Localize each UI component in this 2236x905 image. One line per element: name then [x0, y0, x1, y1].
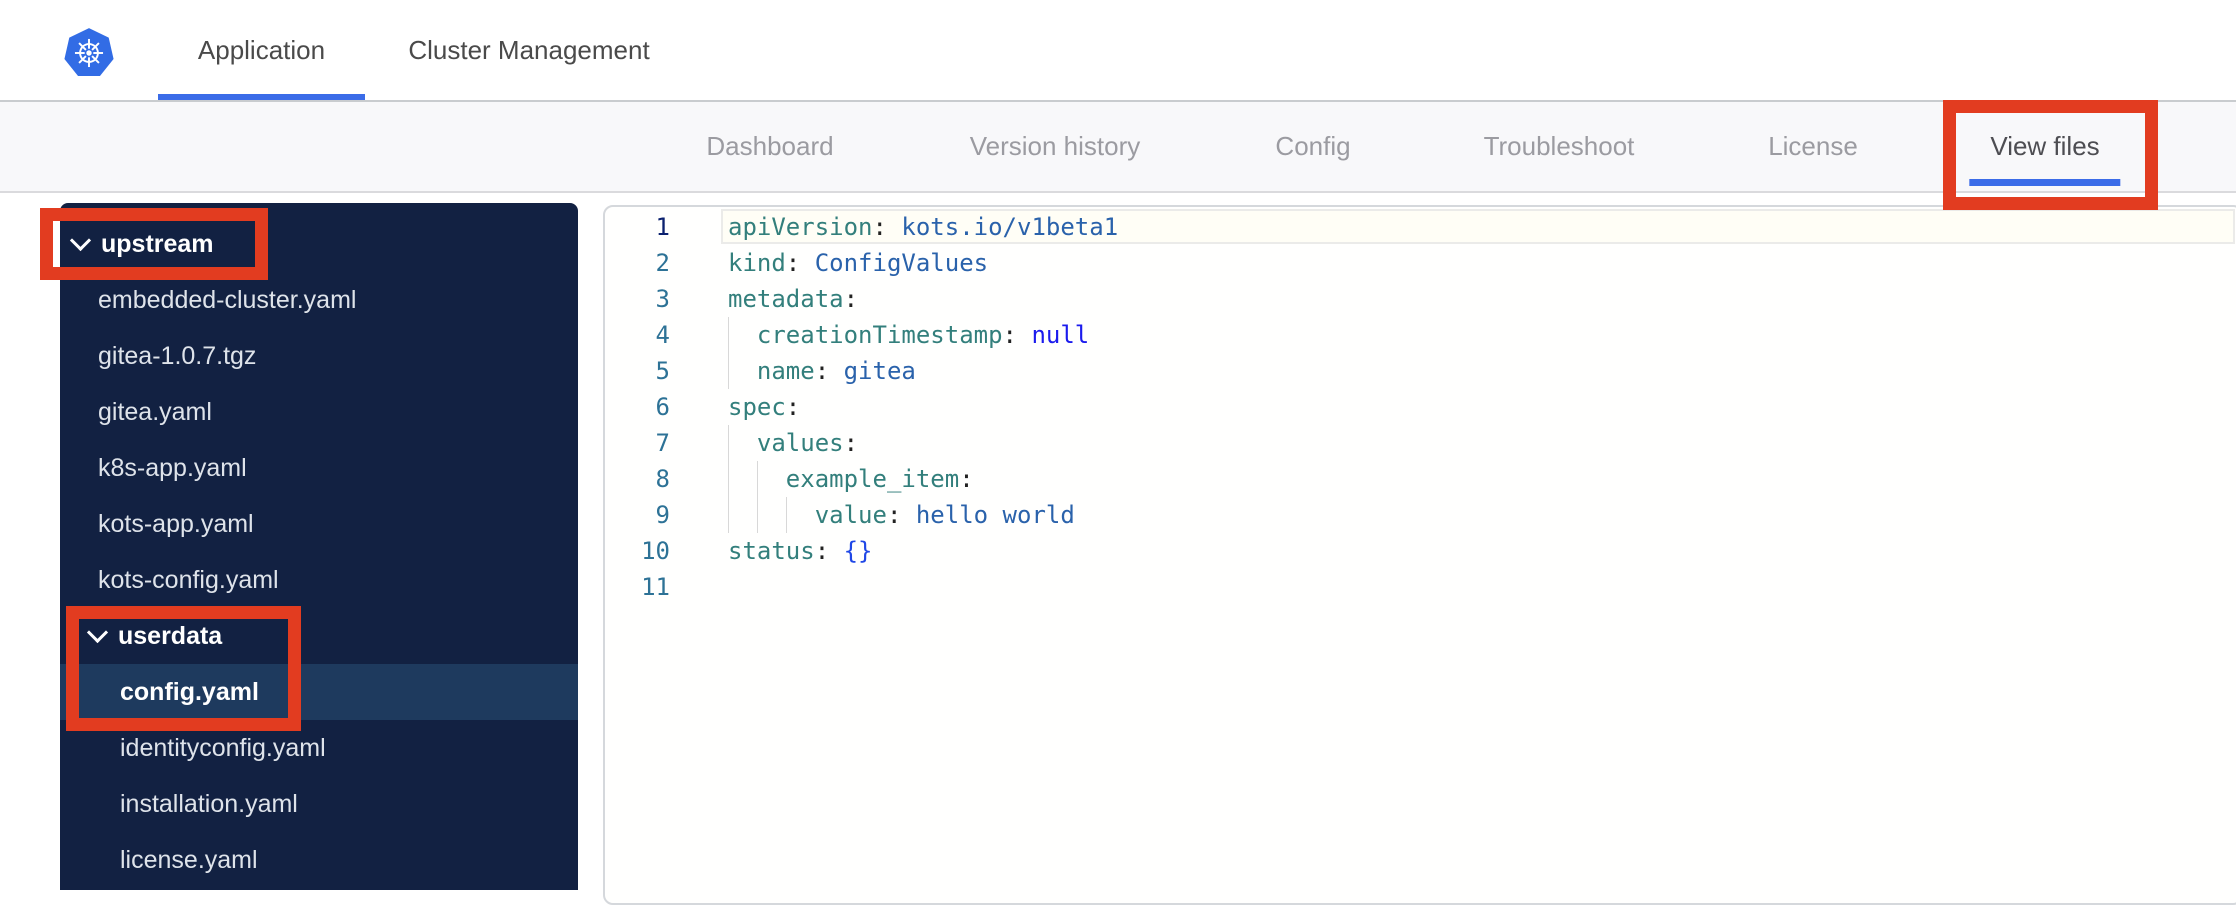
tree-item-label: installation.yaml: [120, 789, 298, 818]
line-number: 9: [655, 501, 670, 529]
tree-item-label: identityconfig.yaml: [120, 733, 326, 762]
app-header: Application Cluster Management: [0, 0, 2236, 102]
tree-item-label: kots-app.yaml: [98, 509, 254, 538]
subnav-item-version-history[interactable]: Version history: [970, 102, 1141, 191]
tree-file-gitea.yaml[interactable]: gitea.yaml: [60, 384, 578, 440]
code-text: value: hello world: [814, 501, 1075, 529]
subnav-item-view-files[interactable]: View files: [1969, 102, 2122, 191]
code-line: 2 kind: ConfigValues: [605, 245, 2236, 281]
tree-item-label: config.yaml: [120, 677, 259, 706]
tree-item-label: gitea-1.0.7.tgz: [98, 341, 257, 370]
tree-file-license.yaml[interactable]: license.yaml: [60, 832, 578, 888]
tree-file-kots-app.yaml[interactable]: kots-app.yaml: [60, 496, 578, 552]
tree-file-config.yaml[interactable]: config.yaml: [60, 664, 578, 720]
tree-file-k8s-app.yaml[interactable]: k8s-app.yaml: [60, 440, 578, 496]
code-text: metadata:: [728, 285, 859, 313]
code-text: name: gitea: [756, 357, 916, 385]
subnav-item-license[interactable]: License: [1768, 102, 1858, 191]
code-text: status: {}: [728, 537, 873, 565]
tab-application[interactable]: Application: [158, 0, 365, 100]
code-text: values:: [756, 429, 859, 457]
tree-item-label: gitea.yaml: [98, 397, 212, 426]
code-text: example_item:: [785, 465, 974, 493]
line-number: 11: [641, 573, 670, 601]
subnav-item-config[interactable]: Config: [1275, 102, 1350, 191]
tab-cluster-management[interactable]: Cluster Management: [395, 0, 663, 100]
tree-folder-userdata[interactable]: userdata: [60, 608, 578, 664]
line-number: 5: [655, 357, 670, 385]
code-line: 8 example_item:: [605, 461, 2236, 497]
code-line: 10 status: {}: [605, 533, 2236, 569]
subnav-item-dashboard[interactable]: Dashboard: [706, 102, 833, 191]
code-line: 6 spec:: [605, 389, 2236, 425]
app-subnav: Dashboard Version history Config Troublesho…: [0, 102, 2236, 193]
tree-file-identityconfig.yaml[interactable]: identityconfig.yaml: [60, 720, 578, 776]
tree-file-kots-config.yaml[interactable]: kots-config.yaml: [60, 552, 578, 608]
tree-file-installation.yaml[interactable]: installation.yaml: [60, 776, 578, 832]
kubernetes-logo-icon: [64, 28, 114, 77]
line-number: 6: [655, 393, 670, 421]
tree-item-label: kots-config.yaml: [98, 565, 279, 594]
chevron-down-icon: [69, 229, 92, 251]
tree-item-label: k8s-app.yaml: [98, 453, 247, 482]
line-number: 10: [641, 537, 670, 565]
code-text: kind: ConfigValues: [728, 249, 989, 277]
line-number: 4: [655, 321, 670, 349]
code-line: 9 value: hello world: [605, 497, 2236, 533]
tree-file-embedded-cluster.yaml[interactable]: embedded-cluster.yaml: [60, 272, 578, 328]
code-text: spec:: [728, 393, 801, 421]
tree-folder-upstream[interactable]: upstream: [60, 216, 578, 272]
code-editor[interactable]: 1 apiVersion: kots.io/v1beta1 2 kind: Confi…: [603, 205, 2236, 905]
code-line: 4 creationTimestamp: null: [605, 317, 2236, 353]
code-line: 7 values:: [605, 425, 2236, 461]
file-tree-sidebar: upstream embedded-cluster.yaml gitea-1.0.7…: [60, 203, 578, 890]
code-text: apiVersion: kots.io/v1beta1: [728, 213, 1119, 241]
tree-file-gitea-1.0.7.tgz[interactable]: gitea-1.0.7.tgz: [60, 328, 578, 384]
code-line: 1 apiVersion: kots.io/v1beta1: [605, 209, 2236, 245]
subnav-item-troubleshoot[interactable]: Troubleshoot: [1484, 102, 1635, 191]
line-number: 7: [655, 429, 670, 457]
line-number: 8: [655, 465, 670, 493]
line-number: 1: [655, 213, 670, 241]
code-line: 3 metadata:: [605, 281, 2236, 317]
line-number: 2: [655, 249, 670, 277]
code-line: 5 name: gitea: [605, 353, 2236, 389]
tree-item-label: license.yaml: [120, 845, 258, 874]
kots-admin-console: Application Cluster Management Dashboard V…: [0, 0, 2236, 905]
code-text: creationTimestamp: null: [756, 321, 1090, 349]
code-line: 11: [605, 569, 2236, 605]
tree-item-label: embedded-cluster.yaml: [98, 285, 357, 314]
chevron-down-icon: [86, 621, 109, 643]
line-number: 3: [655, 285, 670, 313]
tree-item-label: upstream: [101, 229, 214, 258]
tree-item-label: userdata: [118, 621, 223, 650]
